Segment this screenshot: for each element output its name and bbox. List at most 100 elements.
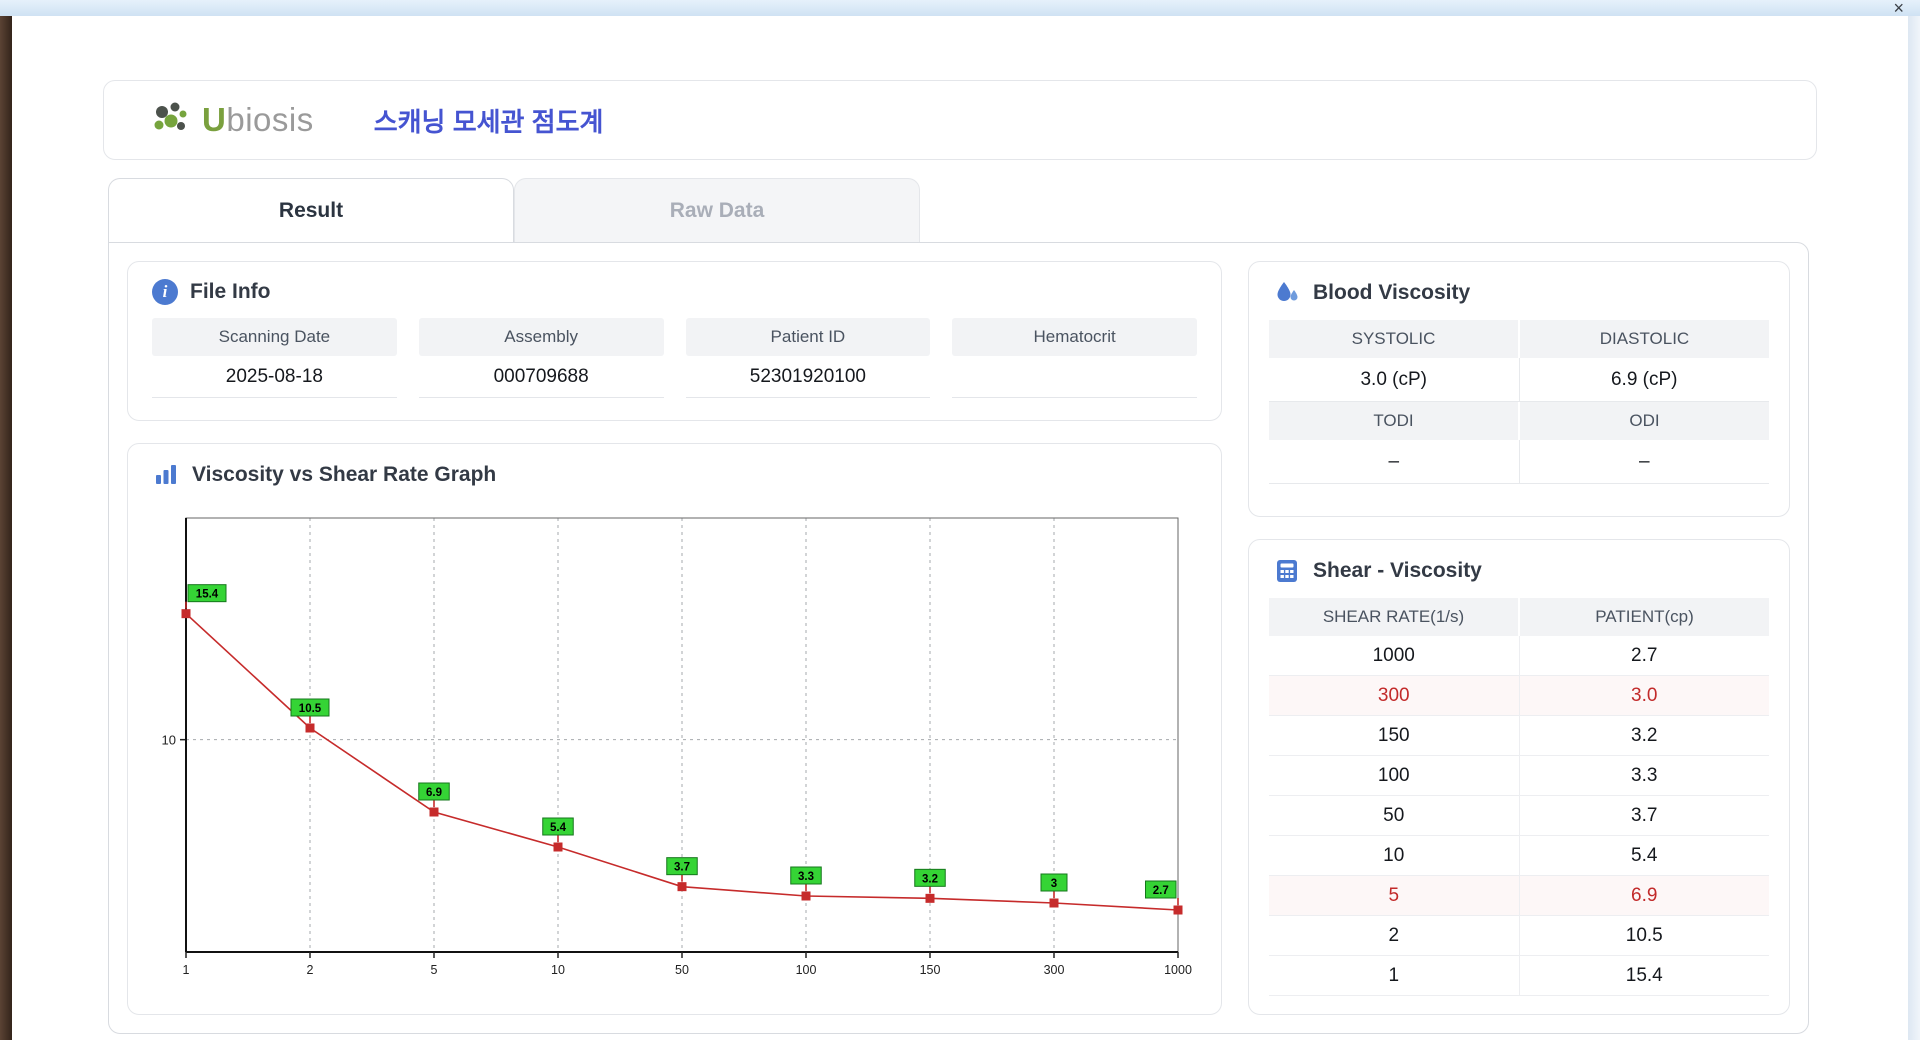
blood-viscosity-title: Blood Viscosity (1313, 281, 1471, 304)
graph-title-row: Viscosity vs Shear Rate Graph (128, 444, 1221, 500)
x-axis-tick-label: 150 (919, 963, 940, 977)
file-info-fields: Scanning Date 2025-08-18 Assembly 000709688… (128, 316, 1221, 398)
x-axis-tick-label: 1 (182, 963, 189, 977)
viscosity-chart: 10 1 2 5 10 50 100 150 300 1000 15.4 10.5 6.9 5.4 3.7 3… (161, 517, 1192, 977)
data-point-marker (925, 893, 934, 903)
droplets-icon (1273, 279, 1301, 307)
data-point-marker (677, 882, 686, 892)
close-icon[interactable]: × (1893, 0, 1904, 17)
data-point-label: 6.9 (426, 787, 442, 799)
app-title-korean: 스캐닝 모세관 점도계 (373, 106, 604, 137)
bar-chart-icon (152, 461, 180, 489)
file-info-field: Hematocrit (952, 318, 1197, 398)
patient-viscosity-value: 2.7 (1518, 636, 1769, 676)
app-window: Ubiosis 스캐닝 모세관 점도계 Result Raw Data i Fi… (12, 16, 1908, 1040)
x-axis-tick-label: 2 (306, 963, 313, 977)
field-label: Scanning Date (152, 318, 397, 356)
left-column: i File Info Scanning Date 2025-08-18 Assem… (127, 261, 1222, 1015)
bv-metric-label: SYSTOLIC (1269, 320, 1518, 358)
viscosity-graph-card: Viscosity vs Shear Rate Graph 10 1 2 5 10 50 1… (127, 443, 1222, 1015)
shear-rate-value: 1000 (1269, 636, 1519, 676)
shear-rate-value: 10 (1269, 836, 1519, 876)
shear-viscosity-title-row: Shear - Viscosity (1249, 540, 1789, 596)
field-label: Assembly (418, 318, 664, 356)
tab-result[interactable]: Result (108, 178, 514, 242)
shear-rate-value: 50 (1269, 796, 1519, 836)
file-info-field: Patient ID 52301920100 (685, 318, 931, 398)
field-value: 000709688 (418, 356, 664, 398)
bv-metric-value: – (1269, 440, 1519, 484)
x-axis-tick-label: 1000 (1164, 963, 1192, 977)
logo-letters-rest: biosis (226, 101, 314, 138)
x-axis-tick-label: 5 (430, 963, 437, 977)
logo-letter-u: U (202, 101, 227, 138)
y-axis-tick-label: 10 (161, 733, 175, 748)
field-value (952, 356, 1197, 398)
file-info-field: Assembly 000709688 (418, 318, 664, 398)
data-point-label: 3.7 (674, 862, 690, 874)
data-point-marker (1049, 898, 1058, 908)
patient-viscosity-value: 6.9 (1518, 876, 1769, 916)
data-point-marker (1173, 905, 1182, 915)
data-point-marker (429, 807, 438, 817)
right-column: Blood Viscosity SYSTOLIC DIASTOLIC 3.0 (cP… (1248, 261, 1790, 1015)
data-point-marker (801, 891, 810, 901)
field-label: Patient ID (685, 318, 931, 356)
shear-rate-value: 5 (1269, 876, 1519, 916)
patient-viscosity-value: 5.4 (1518, 836, 1769, 876)
bv-label-row: SYSTOLIC DIASTOLIC (1269, 320, 1769, 358)
shear-viscosity-title: Shear - Viscosity (1313, 559, 1482, 582)
blood-viscosity-card: Blood Viscosity SYSTOLIC DIASTOLIC 3.0 (cP… (1248, 261, 1790, 517)
shear-column-header: PATIENT(cp) (1518, 598, 1769, 636)
bv-value-row: 3.0 (cP) 6.9 (cP) (1269, 358, 1769, 402)
desktop-background-left (0, 0, 12, 1040)
app-header: Ubiosis 스캐닝 모세관 점도계 (103, 80, 1817, 160)
shear-table-row: 5 6.9 (1269, 876, 1769, 916)
result-panel: i File Info Scanning Date 2025-08-18 Assem… (108, 242, 1809, 1034)
desktop-background-right (1908, 0, 1920, 1040)
bv-metric-label: TODI (1269, 402, 1518, 440)
bv-metric-value: – (1518, 440, 1769, 484)
shear-table-body: 1000 2.7 300 3.0 150 3.2 100 3.3 50 3.7 10 5.4 5 6.9 2… (1269, 636, 1769, 996)
shear-column-header: SHEAR RATE(1/s) (1269, 598, 1518, 636)
shear-table-row: 10 5.4 (1269, 836, 1769, 876)
bv-metric-label: DIASTOLIC (1518, 320, 1769, 358)
bv-metric-label: ODI (1518, 402, 1769, 440)
shear-rate-value: 150 (1269, 716, 1519, 756)
patient-viscosity-value: 15.4 (1518, 956, 1769, 996)
window-titlebar: × (0, 0, 1920, 17)
logo-leaf-icon (150, 100, 196, 140)
patient-viscosity-value: 10.5 (1518, 916, 1769, 956)
field-value: 2025-08-18 (152, 356, 397, 398)
file-info-title: File Info (190, 280, 271, 303)
logo-wordmark: Ubiosis (202, 101, 314, 139)
graph-title: Viscosity vs Shear Rate Graph (192, 463, 497, 486)
shear-rate-value: 1 (1269, 956, 1519, 996)
data-point-label: 2.7 (1152, 885, 1168, 897)
shear-rate-value: 300 (1269, 676, 1519, 716)
shear-table-row: 150 3.2 (1269, 716, 1769, 756)
info-icon: i (152, 279, 178, 305)
patient-viscosity-value: 3.2 (1518, 716, 1769, 756)
shear-rate-value: 2 (1269, 916, 1519, 956)
shear-table-row: 100 3.3 (1269, 756, 1769, 796)
bv-metric-value: 6.9 (cP) (1518, 358, 1769, 402)
shear-table-header: SHEAR RATE(1/s) PATIENT(cp) (1269, 598, 1769, 636)
shear-table-row: 1 15.4 (1269, 956, 1769, 996)
data-point-label: 5.4 (550, 822, 567, 834)
data-point-label: 10.5 (298, 703, 321, 715)
x-axis-tick-label: 300 (1043, 963, 1064, 977)
table-icon (1273, 557, 1301, 585)
blood-viscosity-grid: SYSTOLIC DIASTOLIC 3.0 (cP) 6.9 (cP) TODI ODI… (1249, 318, 1789, 484)
shear-table-row: 300 3.0 (1269, 676, 1769, 716)
shear-table: SHEAR RATE(1/s) PATIENT(cp) 1000 2.7 300 3.0… (1249, 596, 1789, 1006)
data-point-marker (181, 609, 190, 619)
patient-viscosity-value: 3.7 (1518, 796, 1769, 836)
tab-raw-data[interactable]: Raw Data (514, 178, 920, 242)
x-axis-tick-label: 10 (551, 963, 565, 977)
data-point-label: 3 (1050, 878, 1056, 890)
field-value: 52301920100 (685, 356, 931, 398)
data-point-label: 3.2 (922, 873, 938, 885)
shear-rate-value: 100 (1269, 756, 1519, 796)
data-point-label: 15.4 (195, 589, 218, 601)
